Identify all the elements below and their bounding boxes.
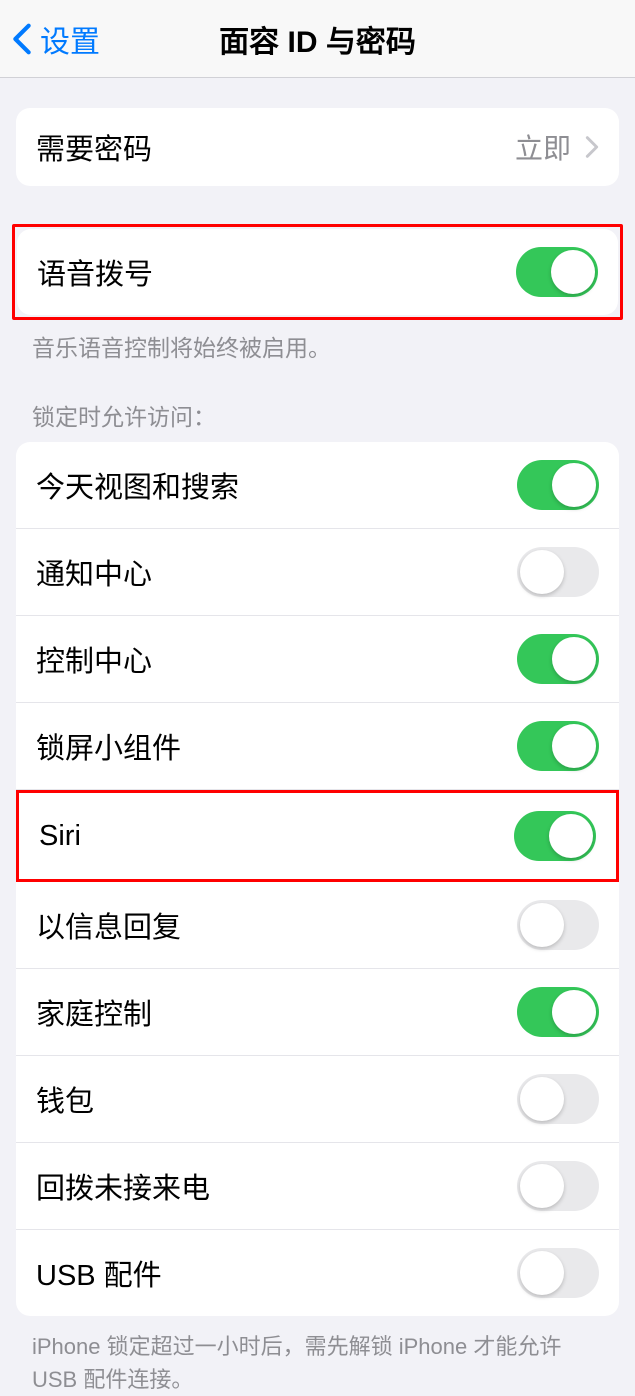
lock-access-row: Siri (16, 790, 619, 882)
lock-access-label: 回拨未接来电 (36, 1165, 210, 1207)
highlight-voice-dial: 语音拨号 (12, 224, 623, 320)
page-title: 面容 ID 与密码 (219, 17, 416, 61)
lock-access-toggle[interactable] (517, 1161, 599, 1211)
require-passcode-label: 需要密码 (36, 126, 152, 168)
require-passcode-value: 立即 (515, 127, 571, 167)
lock-access-label: 控制中心 (36, 638, 152, 680)
lock-access-toggle[interactable] (517, 1248, 599, 1298)
lock-access-label: 锁屏小组件 (36, 725, 181, 767)
lock-access-row: 锁屏小组件 (16, 703, 619, 790)
lock-access-toggle[interactable] (514, 811, 596, 861)
lock-access-row: USB 配件 (16, 1230, 619, 1316)
lock-access-row: 钱包 (16, 1056, 619, 1143)
back-label: 设置 (40, 17, 100, 61)
lock-access-row: 控制中心 (16, 616, 619, 703)
lock-access-row: 回拨未接来电 (16, 1143, 619, 1230)
lock-access-row: 今天视图和搜索 (16, 442, 619, 529)
lock-access-toggle[interactable] (517, 987, 599, 1037)
back-button[interactable]: 设置 (12, 17, 100, 61)
lock-access-toggle[interactable] (517, 721, 599, 771)
voice-dial-label: 语音拨号 (37, 251, 153, 293)
lock-access-label: 家庭控制 (36, 991, 152, 1033)
lock-access-toggle[interactable] (517, 547, 599, 597)
lock-access-row: 通知中心 (16, 529, 619, 616)
lock-access-toggle[interactable] (517, 900, 599, 950)
lock-access-row: 家庭控制 (16, 969, 619, 1056)
lock-access-group: 今天视图和搜索通知中心控制中心锁屏小组件 Siri 以信息回复家庭控制钱包回拨未接来… (16, 442, 619, 1316)
voice-dial-toggle[interactable] (516, 247, 598, 297)
usb-footer: iPhone 锁定超过一小时后，需先解锁 iPhone 才能允许 USB 配件连… (0, 1316, 635, 1396)
lock-access-label: USB 配件 (36, 1252, 162, 1294)
lock-access-header: 锁定时允许访问： (0, 364, 635, 442)
chevron-right-icon (585, 135, 599, 159)
chevron-left-icon (12, 22, 32, 56)
require-passcode-row[interactable]: 需要密码 立即 (16, 108, 619, 186)
lock-access-label: 通知中心 (36, 551, 152, 593)
lock-access-toggle[interactable] (517, 460, 599, 510)
voice-dial-row: 语音拨号 (17, 229, 618, 315)
lock-access-label: 钱包 (36, 1078, 94, 1120)
lock-access-label: Siri (39, 820, 81, 853)
voice-dial-footer: 音乐语音控制将始终被启用。 (0, 320, 635, 364)
require-passcode-group: 需要密码 立即 (16, 108, 619, 186)
lock-access-row: 以信息回复 (16, 882, 619, 969)
nav-header: 设置 面容 ID 与密码 (0, 0, 635, 78)
lock-access-label: 今天视图和搜索 (36, 464, 239, 506)
lock-access-toggle[interactable] (517, 634, 599, 684)
lock-access-toggle[interactable] (517, 1074, 599, 1124)
lock-access-label: 以信息回复 (36, 904, 181, 946)
